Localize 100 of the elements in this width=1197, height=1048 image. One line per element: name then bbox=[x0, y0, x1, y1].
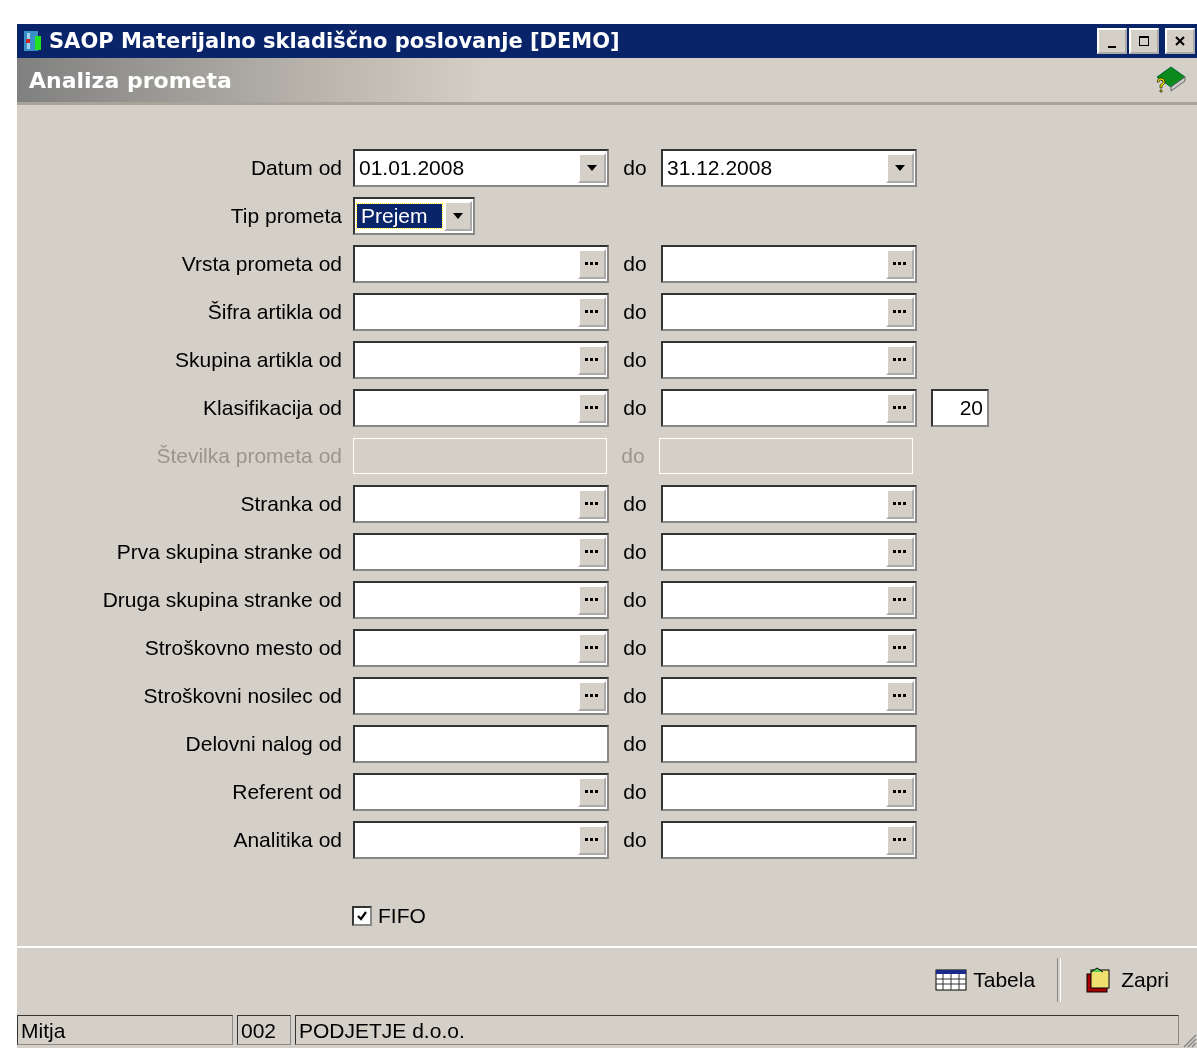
window-title: SAOP Materijalno skladiščno poslovanje [DEMO] bbox=[49, 29, 620, 53]
browse-button[interactable] bbox=[886, 825, 914, 855]
to-field[interactable] bbox=[661, 245, 917, 283]
ellipsis-icon bbox=[893, 358, 907, 362]
field-label: Šifra artikla od bbox=[206, 300, 343, 324]
ellipsis-icon bbox=[585, 358, 599, 362]
browse-button[interactable] bbox=[886, 681, 914, 711]
field-label: Analitika od bbox=[232, 828, 343, 852]
field-label: Referent od bbox=[231, 780, 343, 804]
browse-button[interactable] bbox=[578, 585, 606, 615]
dropdown-arrow-button[interactable] bbox=[443, 201, 472, 231]
range-separator: do bbox=[622, 492, 648, 516]
range-separator: do bbox=[622, 828, 648, 852]
field-label: Delovni nalog od bbox=[184, 732, 343, 756]
table-icon bbox=[935, 969, 968, 991]
range-separator: do bbox=[622, 300, 648, 324]
browse-button[interactable] bbox=[886, 297, 914, 327]
browse-button[interactable] bbox=[578, 537, 606, 567]
ellipsis-icon bbox=[893, 502, 907, 506]
ellipsis-icon bbox=[585, 262, 599, 266]
close-button[interactable] bbox=[1165, 28, 1195, 54]
to-field[interactable] bbox=[661, 821, 917, 859]
browse-button[interactable] bbox=[578, 825, 606, 855]
field-label: Številka prometa od bbox=[155, 444, 343, 468]
browse-button[interactable] bbox=[886, 777, 914, 807]
browse-button[interactable] bbox=[578, 249, 606, 279]
range-separator: do bbox=[622, 684, 648, 708]
caret-icon bbox=[587, 165, 597, 171]
table-button[interactable]: Tabela bbox=[927, 964, 1044, 996]
browse-button[interactable] bbox=[578, 393, 606, 423]
to-field[interactable] bbox=[661, 293, 917, 331]
resize-grip-icon[interactable] bbox=[1183, 1034, 1197, 1048]
dropdown-arrow-button[interactable] bbox=[578, 153, 606, 183]
range-separator: do bbox=[622, 732, 648, 756]
to-field[interactable] bbox=[661, 677, 917, 715]
fifo-checkbox[interactable]: FIFO bbox=[352, 904, 1197, 928]
range-separator: do bbox=[620, 444, 646, 468]
help-book-icon[interactable] bbox=[1153, 65, 1187, 95]
from-field[interactable] bbox=[353, 629, 609, 667]
browse-button[interactable] bbox=[886, 633, 914, 663]
field-label: Skupina artikla od bbox=[174, 348, 343, 372]
from-field[interactable] bbox=[353, 725, 609, 763]
range-separator: do bbox=[622, 636, 648, 660]
field-label: Datum od bbox=[249, 156, 343, 180]
type-dropdown[interactable]: Prejem bbox=[353, 197, 475, 235]
to-field[interactable] bbox=[661, 533, 917, 571]
from-field[interactable] bbox=[353, 821, 609, 859]
field-label: Stranka od bbox=[239, 492, 343, 516]
close-form-button[interactable]: Zapri bbox=[1075, 962, 1177, 998]
from-field[interactable] bbox=[353, 533, 609, 571]
to-field[interactable] bbox=[661, 725, 917, 763]
from-field[interactable] bbox=[353, 245, 609, 283]
ellipsis-icon bbox=[585, 838, 599, 842]
ellipsis-icon bbox=[893, 838, 907, 842]
minimize-icon bbox=[1108, 46, 1116, 48]
browse-button[interactable] bbox=[578, 345, 606, 375]
to-field[interactable] bbox=[661, 341, 917, 379]
browse-button[interactable] bbox=[578, 777, 606, 807]
from-field[interactable] bbox=[353, 581, 609, 619]
from-field[interactable] bbox=[353, 773, 609, 811]
from-field[interactable]: 01.01.2008 bbox=[353, 149, 609, 187]
browse-button[interactable] bbox=[886, 345, 914, 375]
ellipsis-icon bbox=[893, 406, 907, 410]
range-separator: do bbox=[622, 348, 648, 372]
to-field[interactable] bbox=[661, 389, 917, 427]
field-label: Druga skupina stranke od bbox=[101, 588, 343, 612]
minimize-button[interactable] bbox=[1097, 28, 1127, 54]
level-field[interactable]: 20 bbox=[931, 389, 989, 427]
to-field[interactable] bbox=[661, 773, 917, 811]
from-field[interactable] bbox=[353, 677, 609, 715]
to-field[interactable] bbox=[661, 581, 917, 619]
field-label: Stroškovni nosilec od bbox=[142, 684, 343, 708]
status-panel: Mitja bbox=[17, 1015, 233, 1045]
browse-button[interactable] bbox=[578, 297, 606, 327]
field-label: Stroškovno mesto od bbox=[143, 636, 343, 660]
maximize-button[interactable] bbox=[1129, 28, 1159, 54]
field-label: Tip prometa bbox=[229, 204, 343, 228]
browse-button[interactable] bbox=[578, 489, 606, 519]
from-field[interactable] bbox=[353, 485, 609, 523]
browse-button[interactable] bbox=[578, 681, 606, 711]
from-field[interactable] bbox=[353, 341, 609, 379]
ellipsis-icon bbox=[893, 262, 907, 266]
browse-button[interactable] bbox=[886, 537, 914, 567]
dropdown-arrow-button[interactable] bbox=[886, 153, 914, 183]
to-field[interactable]: 31.12.2008 bbox=[661, 149, 917, 187]
browse-button[interactable] bbox=[886, 489, 914, 519]
to-field[interactable] bbox=[661, 629, 917, 667]
to-field[interactable] bbox=[661, 485, 917, 523]
field-label: Vrsta prometa od bbox=[180, 252, 343, 276]
from-field[interactable] bbox=[353, 389, 609, 427]
ellipsis-icon bbox=[585, 550, 599, 554]
range-separator: do bbox=[622, 540, 648, 564]
ellipsis-icon bbox=[585, 598, 599, 602]
browse-button[interactable] bbox=[886, 585, 914, 615]
browse-button[interactable] bbox=[886, 249, 914, 279]
close-icon bbox=[1174, 35, 1186, 47]
browse-button[interactable] bbox=[886, 393, 914, 423]
ellipsis-icon bbox=[893, 790, 907, 794]
browse-button[interactable] bbox=[578, 633, 606, 663]
from-field[interactable] bbox=[353, 293, 609, 331]
